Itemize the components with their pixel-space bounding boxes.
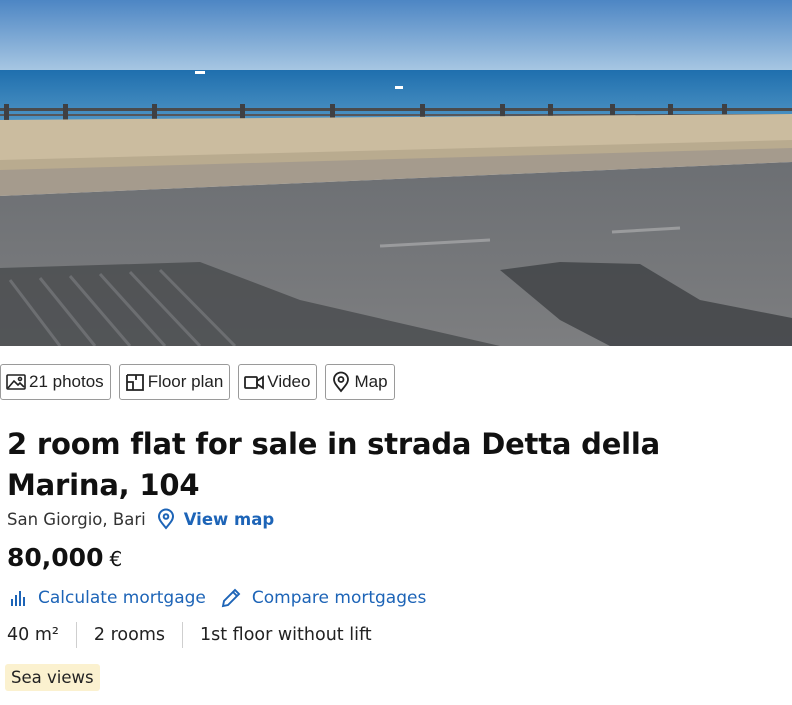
feature-floor: 1st floor without lift [182,622,389,648]
floor-plan-icon [124,371,146,393]
bar-chart-icon [10,588,28,608]
video-button[interactable]: Video [238,364,318,400]
image-icon [5,371,27,393]
compare-mortgages-label: Compare mortgages [251,588,427,608]
listing-location: San Giorgio, Bari View map [7,508,274,530]
map-button[interactable]: Map [325,364,395,400]
feature-area: 40 m² [7,625,59,645]
photos-button[interactable]: 21 photos [0,364,111,400]
mortgage-links: Calculate mortgage Compare mortgages [10,587,426,609]
floor-plan-button-label: Floor plan [147,372,224,391]
feature-rooms: 2 rooms [75,622,182,648]
sea-views-tag: Sea views [5,664,100,691]
listing-title: 2 room flat for sale in strada Detta del… [7,427,661,502]
listing-photo[interactable] [0,0,792,346]
map-pin-icon [330,371,352,393]
pencil-icon [220,587,242,609]
calculate-mortgage-label: Calculate mortgage [38,588,206,608]
compare-mortgages-link[interactable]: Compare mortgages [220,587,426,609]
listing-price: 80,000 € [7,543,122,572]
map-button-label: Map [354,372,388,391]
location-text: San Giorgio, Bari [7,509,146,529]
map-pin-icon [156,508,176,530]
video-button-label: Video [267,372,311,391]
view-map-link[interactable]: View map [184,510,274,529]
listing-features: 40 m² 2 rooms 1st floor without lift [7,622,389,648]
price-currency: € [109,547,123,571]
floor-plan-button[interactable]: Floor plan [118,364,231,400]
calculate-mortgage-link[interactable]: Calculate mortgage [10,588,206,608]
photos-button-label: 21 photos [29,372,104,391]
price-value: 80,000 [7,543,104,572]
video-icon [243,371,265,393]
media-buttons: 21 photos Floor plan Video Map [0,364,395,400]
